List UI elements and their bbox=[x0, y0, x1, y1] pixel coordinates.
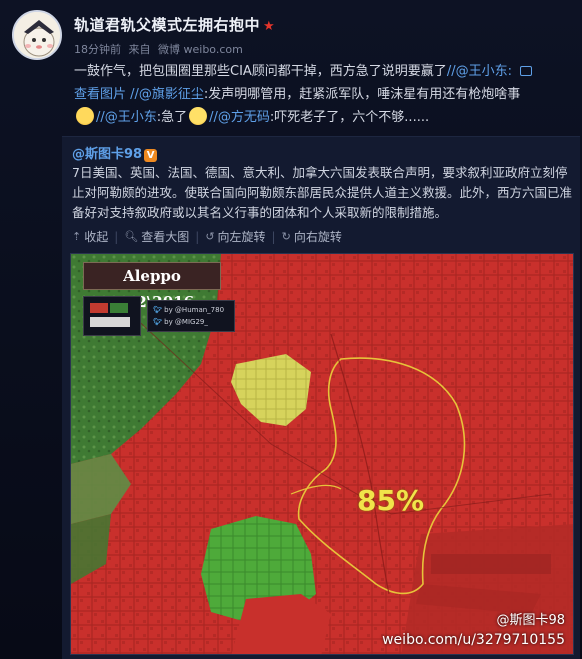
rotate-right-label: 向右旋转 bbox=[293, 230, 342, 244]
mention-link-4[interactable]: //@方无码 bbox=[209, 110, 270, 125]
repost-box: @斯图卡98 V 7日美国、英国、法国、德国、意大利、加拿大六国发表联合声明，要求… bbox=[62, 136, 580, 659]
view-large-button[interactable]: 🔍︎ 查看大图 bbox=[124, 228, 189, 245]
twitter-icon: 🐦︎ bbox=[153, 318, 162, 326]
magnify-icon: 🔍︎ bbox=[124, 230, 139, 243]
rotate-right-icon: ↻ bbox=[281, 230, 291, 243]
aleppo-map-image[interactable]: Aleppo 7\12\2016 🐦︎ by @Human_780 🐦︎ by … bbox=[70, 253, 574, 655]
view-image-link[interactable]: 查看图片 bbox=[74, 87, 126, 102]
post-text-part2: :发声明哪管用，赶紧派军队，唾沫星有用还有枪炮啥事 bbox=[203, 87, 521, 102]
repost-text: 7日美国、英国、法国、德国、意大利、加拿大六国发表联合声明，要求叙利亚政府立刻停… bbox=[72, 165, 573, 220]
sweat-emoji-icon bbox=[76, 107, 94, 125]
post-text-part4: :吓死老子了，六个不够...... bbox=[269, 110, 430, 125]
mention-link-1[interactable]: //@王小东: bbox=[447, 64, 512, 79]
credit-line-1: by @Human_780 bbox=[164, 306, 225, 314]
image-actions-bar: ⇡ 收起 | 🔍︎ 查看大图 | ↺ 向左旋转 | ↻ 向右旋转 bbox=[72, 228, 342, 245]
post-time[interactable]: 18分钟前 bbox=[74, 43, 121, 56]
post-meta: 18分钟前 来自 微博 weibo.com bbox=[74, 41, 247, 57]
star-icon: ★ bbox=[263, 19, 276, 34]
separator: | bbox=[195, 229, 200, 244]
avatar[interactable] bbox=[12, 10, 62, 60]
rotate-left-button[interactable]: ↺ 向左旋转 bbox=[205, 228, 265, 245]
verified-badge-icon: V bbox=[144, 149, 158, 162]
repost-author-name[interactable]: @斯图卡98 bbox=[72, 147, 142, 162]
map-logo bbox=[83, 296, 141, 336]
rotate-left-label: 向左旋转 bbox=[217, 230, 266, 244]
map-credit: 🐦︎ by @Human_780 🐦︎ by @MIG29_ bbox=[147, 300, 235, 332]
post-text-part1: 一鼓作气，把包围圈里那些CIA顾问都干掉，西方急了说明要赢了 bbox=[74, 64, 447, 79]
twitter-icon: 🐦︎ bbox=[153, 306, 162, 314]
credit-line-2: by @MIG29_ bbox=[164, 318, 208, 326]
mention-link-3[interactable]: //@王小东 bbox=[96, 110, 157, 125]
map-title: Aleppo 7\12\2016 bbox=[83, 262, 221, 311]
repost-author[interactable]: @斯图卡98 V bbox=[72, 143, 158, 162]
view-large-label: 查看大图 bbox=[141, 230, 190, 244]
mention-link-2[interactable]: //@旗影征尘 bbox=[130, 87, 204, 102]
percentage-label: 85% bbox=[357, 484, 425, 517]
rotate-left-icon: ↺ bbox=[205, 230, 215, 243]
collapse-label: 收起 bbox=[84, 230, 109, 244]
collapse-button[interactable]: ⇡ 收起 bbox=[72, 228, 108, 245]
scream-emoji-icon bbox=[189, 107, 208, 125]
username-text[interactable]: 轨道君轨父模式左拥右抱中 bbox=[74, 16, 260, 34]
post-source[interactable]: 微博 weibo.com bbox=[158, 43, 243, 56]
separator: | bbox=[271, 229, 276, 244]
post-text-part3: :急了 bbox=[156, 110, 188, 125]
watermark-url: weibo.com/u/3279710155 bbox=[382, 632, 565, 648]
post-text: 一鼓作气，把包围圈里那些CIA顾问都干掉，西方急了说明要赢了//@王小东: 查看… bbox=[74, 60, 570, 129]
collapse-arrow-icon: ⇡ bbox=[72, 230, 82, 243]
image-icon[interactable] bbox=[520, 66, 533, 76]
source-label: 来自 bbox=[128, 43, 151, 56]
rotate-right-button[interactable]: ↻ 向右旋转 bbox=[282, 228, 342, 245]
separator: | bbox=[114, 229, 119, 244]
post-username[interactable]: 轨道君轨父模式左拥右抱中 ★ bbox=[74, 14, 275, 35]
watermark-author: @斯图卡98 bbox=[496, 613, 565, 628]
